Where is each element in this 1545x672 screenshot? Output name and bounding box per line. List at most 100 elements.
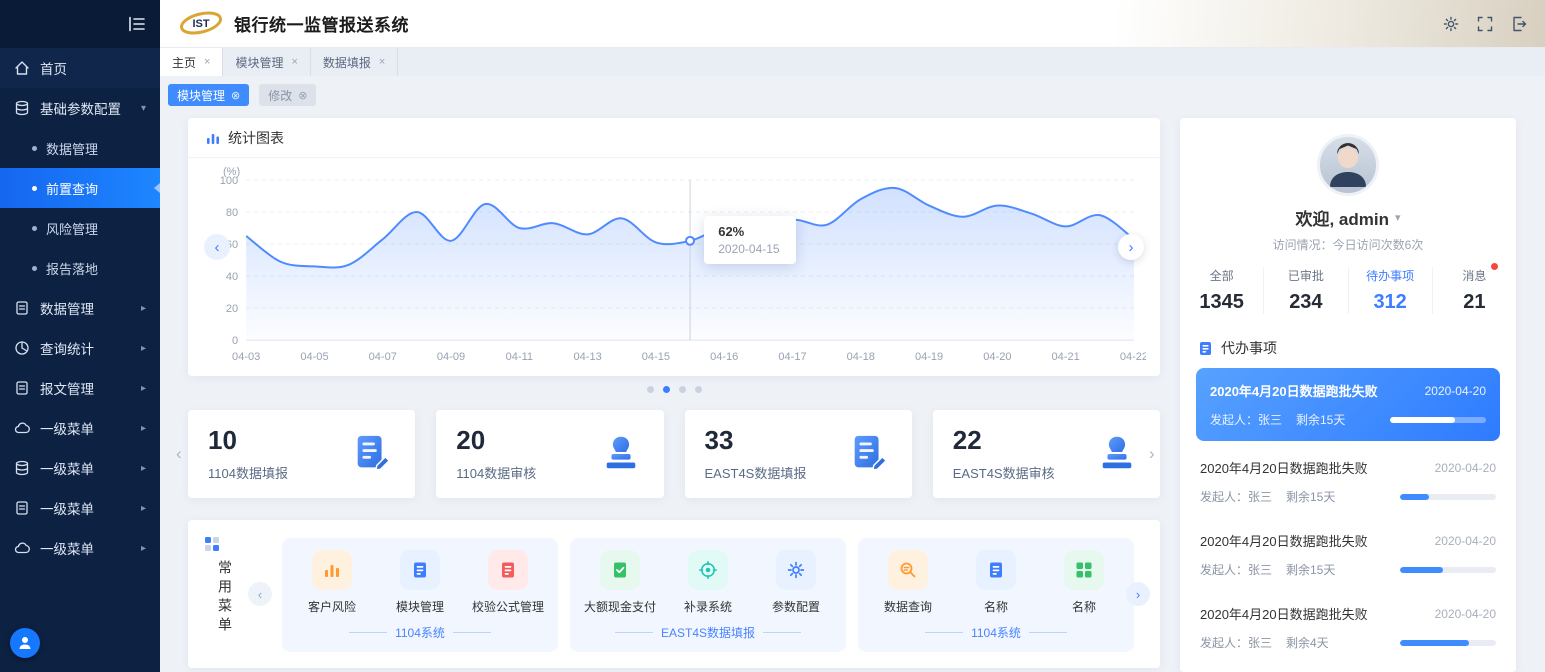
tooltip-date: 2020-04-15 <box>718 242 782 256</box>
todo-title: 2020年4月20日数据跑批失败 <box>1200 604 1368 623</box>
stats-next-icon[interactable]: › <box>1149 444 1155 464</box>
menu-item-customer-risk[interactable]: 客户风险 <box>288 550 376 615</box>
sidebar-item-label: 一级菜单 <box>40 498 94 518</box>
logout-icon[interactable] <box>1511 16 1527 32</box>
sidebar-item-level1-menu-2[interactable]: 一级菜单 ▸ <box>0 448 160 488</box>
sidebar-item-basic-config[interactable]: 基础参数配置 ▾ <box>0 88 160 128</box>
notification-badge <box>1491 263 1498 270</box>
menu-next-button[interactable]: › <box>1126 582 1150 606</box>
chip-modify[interactable]: 修改 ⊗ <box>259 84 316 106</box>
common-menu-card: 常用菜单 ‹ 客户风险 模块管理 校验公式管理 1104系统 <box>188 520 1160 668</box>
stat-card-east4s-review[interactable]: 22 EAST4S数据审核 <box>933 410 1160 498</box>
svg-text:04-13: 04-13 <box>574 351 602 363</box>
sidebar-item-level1-menu-4[interactable]: 一级菜单 ▸ <box>0 528 160 568</box>
settings-icon[interactable] <box>1443 16 1459 32</box>
todo-item[interactable]: 2020年4月20日数据跑批失败 2020-04-20 发起人：张三 剩余15天 <box>1196 445 1500 518</box>
carousel-dot[interactable] <box>647 386 654 393</box>
collapse-menu-icon[interactable] <box>128 16 146 32</box>
search-doc-icon <box>888 550 928 590</box>
sidebar-item-label: 风险管理 <box>46 219 98 238</box>
carousel-dot[interactable] <box>695 386 702 393</box>
sidebar-item-risk-mgmt[interactable]: 风险管理 <box>0 208 160 248</box>
chevron-right-icon: ▸ <box>141 503 146 514</box>
sidebar-item-label: 数据管理 <box>40 298 94 318</box>
menu-item-label: 名称 <box>952 598 1040 615</box>
sidebar-item-home[interactable]: 首页 <box>0 48 160 88</box>
sidebar-item-label: 报文管理 <box>40 378 94 398</box>
chart-next-button[interactable]: › <box>1118 234 1144 260</box>
sidebar-item-label: 前置查询 <box>46 179 98 198</box>
avatar[interactable] <box>1317 134 1379 196</box>
carousel-dots <box>188 386 1160 393</box>
stat-card-1104-review[interactable]: 20 1104数据审核 <box>436 410 663 498</box>
carousel-dot[interactable] <box>679 386 686 393</box>
welcome-row[interactable]: 欢迎, admin ▾ <box>1180 205 1516 230</box>
close-icon[interactable]: × <box>379 56 385 68</box>
close-icon[interactable]: × <box>204 56 210 68</box>
stats-prev-icon[interactable]: ‹ <box>176 444 182 464</box>
tab-home[interactable]: 主页 × <box>160 48 223 76</box>
carousel-dot[interactable] <box>663 386 670 393</box>
cloud-icon <box>14 420 30 436</box>
stat-card-1104-entry[interactable]: 10 1104数据填报 <box>188 410 415 498</box>
sidebar-item-message-mgmt[interactable]: 报文管理 ▸ <box>0 368 160 408</box>
line-chart[interactable]: 020406080100(%)04-0304-0504-0704-0904-11… <box>202 164 1146 368</box>
menu-prev-button[interactable]: ‹ <box>248 582 272 606</box>
stamp-icon <box>600 432 642 474</box>
menu-item-data-query[interactable]: 数据查询 <box>864 550 952 615</box>
progress-bar <box>1400 640 1496 646</box>
menu-item-param-config[interactable]: 参数配置 <box>752 550 840 615</box>
chart-prev-button[interactable]: ‹ <box>204 234 230 260</box>
tab-data-entry[interactable]: 数据填报 × <box>311 48 398 76</box>
stat-card-east4s-entry[interactable]: 33 EAST4S数据填报 <box>685 410 912 498</box>
sidebar-item-level1-menu-1[interactable]: 一级菜单 ▸ <box>0 408 160 448</box>
logo-text: IST <box>192 18 209 30</box>
todo-item[interactable]: 2020年4月20日数据跑批失败 2020-04-20 发起人：张三 剩余15天 <box>1196 368 1500 441</box>
close-icon[interactable]: ⊗ <box>298 89 307 102</box>
menu-item-formula-mgmt[interactable]: 校验公式管理 <box>464 550 552 615</box>
close-icon[interactable]: × <box>291 56 297 68</box>
common-menu-side: 常用菜单 <box>204 536 246 641</box>
fullscreen-icon[interactable] <box>1477 16 1493 32</box>
menu-item-cash-payment[interactable]: 大额现金支付 <box>576 550 664 615</box>
caption-text: EAST4S数据填报 <box>661 624 755 641</box>
menu-item-name-1[interactable]: 名称 <box>952 550 1040 615</box>
todo-item[interactable]: 2020年4月20日数据跑批失败 2020-04-20 发起人：张三 剩余15天 <box>1196 518 1500 591</box>
stat-all[interactable]: 全部 1345 <box>1180 267 1263 314</box>
chevron-right-icon: ▸ <box>141 543 146 554</box>
caption-line <box>763 632 801 633</box>
chevron-right-icon: ▸ <box>141 423 146 434</box>
stat-pending[interactable]: 待办事项 312 <box>1348 267 1432 314</box>
doc-edit-icon <box>400 550 440 590</box>
menu-item-supplement-system[interactable]: 补录系统 <box>664 550 752 615</box>
sidebar-item-data-mgmt-2[interactable]: 数据管理 ▸ <box>0 288 160 328</box>
svg-text:04-15: 04-15 <box>642 351 670 363</box>
assistant-button[interactable] <box>10 628 40 658</box>
stamp-icon <box>1096 432 1138 474</box>
menu-item-module-mgmt[interactable]: 模块管理 <box>376 550 464 615</box>
doc-check-icon <box>600 550 640 590</box>
tab-module-mgmt[interactable]: 模块管理 × <box>223 48 310 76</box>
svg-text:04-18: 04-18 <box>847 351 875 363</box>
sidebar-item-data-mgmt[interactable]: 数据管理 <box>0 128 160 168</box>
profile-panel: 欢迎, admin ▾ 访问情况：今日访问次数6次 全部 1345 已审批 23… <box>1180 118 1516 672</box>
home-icon <box>14 60 30 76</box>
database-icon <box>14 100 30 116</box>
todo-title: 2020年4月20日数据跑批失败 <box>1200 458 1368 477</box>
sidebar-item-report-landing[interactable]: 报告落地 <box>0 248 160 288</box>
stat-approved[interactable]: 已审批 234 <box>1263 267 1347 314</box>
visit-info: 访问情况：今日访问次数6次 <box>1180 236 1516 253</box>
caption-text: 1104系统 <box>395 624 445 641</box>
close-icon[interactable]: ⊗ <box>231 89 240 102</box>
sidebar-item-query-stats[interactable]: 查询统计 ▸ <box>0 328 160 368</box>
chip-module-mgmt[interactable]: 模块管理 ⊗ <box>168 84 249 106</box>
todo-initiator: 发起人：张三 <box>1200 634 1286 651</box>
caption-line <box>349 632 387 633</box>
stat-messages[interactable]: 消息 21 <box>1432 267 1516 314</box>
sidebar-item-level1-menu-3[interactable]: 一级菜单 ▸ <box>0 488 160 528</box>
grid-icon <box>1064 550 1104 590</box>
menu-item-name-2[interactable]: 名称 <box>1040 550 1128 615</box>
todo-remaining: 剩余15天 <box>1286 561 1352 578</box>
todo-item[interactable]: 2020年4月20日数据跑批失败 2020-04-20 发起人：张三 剩余4天 <box>1196 591 1500 664</box>
sidebar-item-pre-query[interactable]: 前置查询 <box>0 168 160 208</box>
